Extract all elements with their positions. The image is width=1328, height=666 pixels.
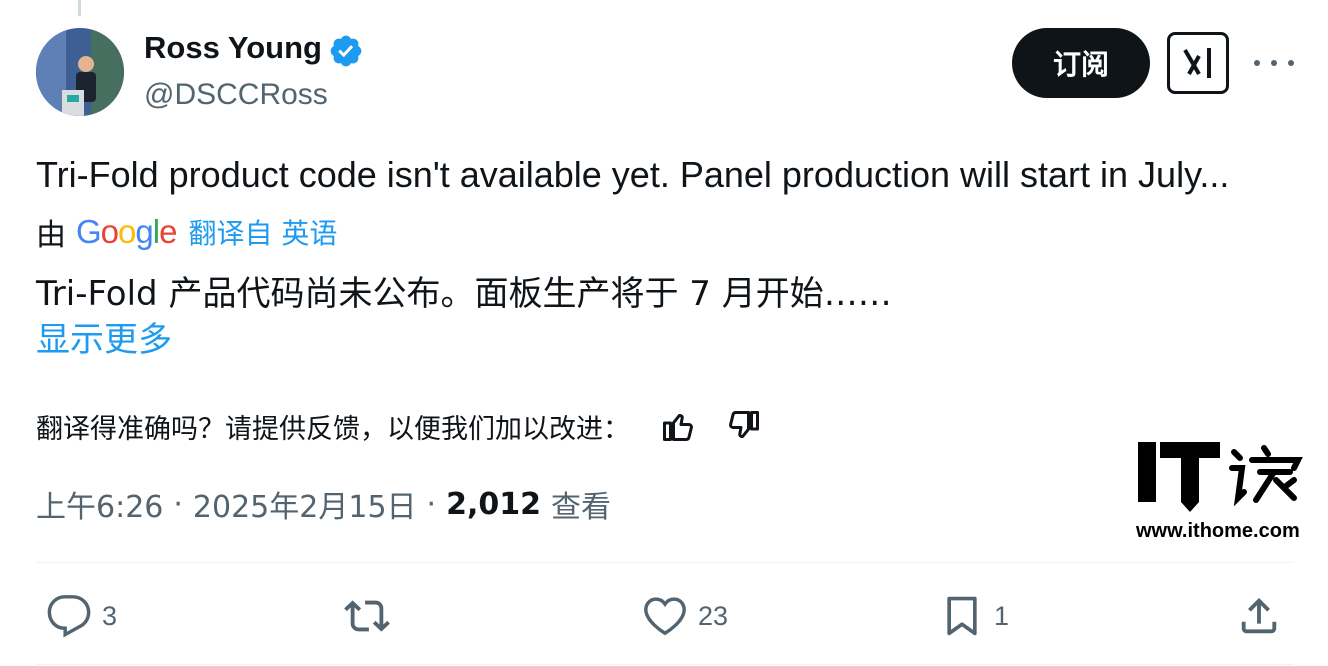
more-dot xyxy=(1254,60,1260,66)
thumbs-up-button[interactable] xyxy=(656,404,700,448)
share-button[interactable] xyxy=(1236,588,1282,644)
share-icon xyxy=(1241,597,1277,634)
translate-source-link[interactable]: 翻译自 英语 xyxy=(188,212,337,252)
views-label: 查看 xyxy=(550,490,611,525)
meta-separator: · xyxy=(173,486,183,522)
translation-feedback: 翻译得准确吗？请提供反馈，以便我们加以改进： xyxy=(36,404,766,448)
grok-button[interactable] xyxy=(1167,32,1229,94)
translation-attribution: 由 Google 翻译自 英语 xyxy=(36,210,337,254)
grok-icon xyxy=(1183,48,1211,78)
thumbs-down-icon xyxy=(729,411,759,438)
divider xyxy=(36,562,1294,563)
reply-button[interactable]: 3 xyxy=(46,588,117,644)
thumbs-down-button[interactable] xyxy=(722,404,766,448)
google-logo: Google xyxy=(76,213,177,250)
reply-count: 3 xyxy=(102,600,118,631)
like-count: 23 xyxy=(698,600,729,631)
repost-icon xyxy=(344,600,390,632)
subscribe-button[interactable]: 订阅 xyxy=(1012,28,1150,98)
reply-icon xyxy=(47,595,91,638)
bookmark-icon xyxy=(947,596,977,636)
thumbs-up-icon xyxy=(663,414,693,441)
author-handle[interactable]: @DSCCRoss xyxy=(144,78,328,112)
more-dot xyxy=(1288,60,1294,66)
bookmark-count: 1 xyxy=(994,600,1010,631)
feedback-prompt: 翻译得准确吗？请提供反馈，以便我们加以改进： xyxy=(36,413,630,445)
meta-separator: · xyxy=(426,486,437,522)
like-button[interactable]: 23 xyxy=(642,588,728,644)
tweet-text: Tri-Fold product code isn't available ye… xyxy=(36,154,1230,195)
translated-text: Tri-Fold 产品代码尚未公布。面板生产将于 7 月开始…… xyxy=(36,274,892,314)
avatar[interactable] xyxy=(36,28,124,116)
verified-badge-icon[interactable] xyxy=(328,33,364,69)
repost-button[interactable] xyxy=(342,588,402,644)
avatar-photo-icon xyxy=(36,28,124,116)
translated-by-prefix: 由 xyxy=(36,218,66,253)
ithome-logo-icon xyxy=(1138,442,1303,512)
thread-connector-line xyxy=(78,0,81,16)
ithome-url: www.ithome.com xyxy=(1136,520,1300,542)
author-display-name[interactable]: Ross Young xyxy=(144,30,322,66)
bookmark-button[interactable]: 1 xyxy=(940,588,1009,644)
show-more-link[interactable]: 显示更多 xyxy=(36,312,172,361)
heart-icon xyxy=(644,597,686,636)
more-options-button[interactable] xyxy=(1254,52,1294,74)
views-count: 2,012 xyxy=(446,486,541,522)
divider xyxy=(36,664,1294,665)
tweet-time[interactable]: 上午6:26 xyxy=(36,482,163,526)
tweet-date[interactable]: 2025年2月15日 xyxy=(193,482,417,526)
more-dot xyxy=(1271,60,1277,66)
tweet-meta: 上午6:26 · 2025年2月15日 · 2,012 查看 xyxy=(36,482,611,526)
ithome-watermark: www.ithome.com xyxy=(1136,438,1316,548)
